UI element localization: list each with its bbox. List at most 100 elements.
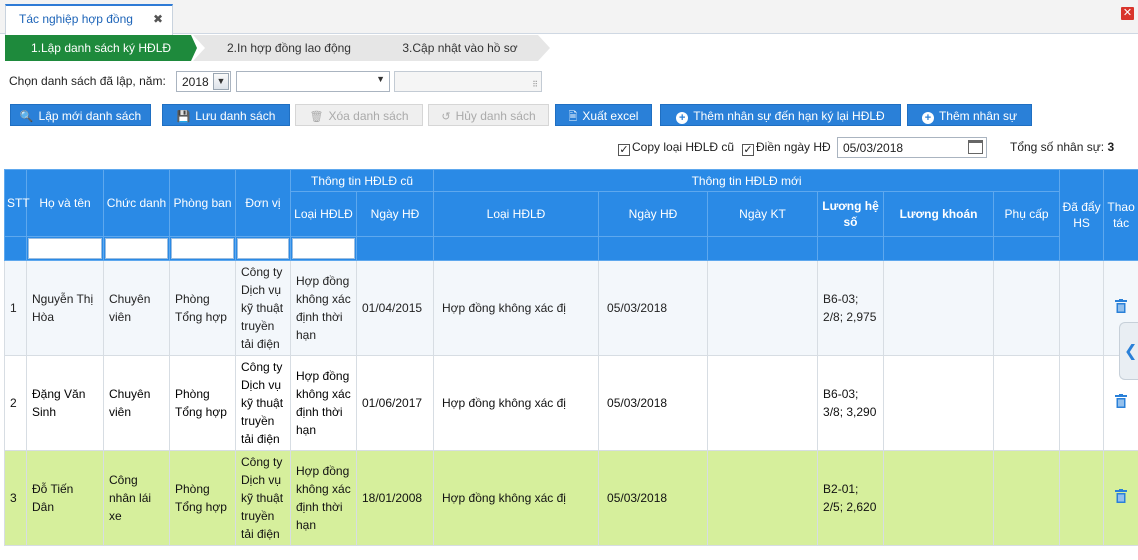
cell-new-type[interactable]: Hợp đồng không xác đị bbox=[433, 355, 600, 451]
trash-icon[interactable] bbox=[1115, 488, 1128, 503]
col-name[interactable]: Họ và tên bbox=[26, 169, 104, 237]
delete-list-label: Xóa danh sách bbox=[328, 109, 409, 123]
col-allowance[interactable]: Phụ cấp bbox=[993, 191, 1061, 237]
cell-new-type[interactable]: Hợp đồng không xác đị bbox=[433, 450, 600, 546]
side-panel-toggle[interactable]: ❮ bbox=[1119, 322, 1138, 380]
tab-bar: Tác nghiệp hợp đồng ✖ ✕ bbox=[0, 0, 1138, 35]
cancel-list-label: Hủy danh sách bbox=[455, 109, 536, 123]
cell-new-date[interactable]: 05/03/2018 bbox=[598, 450, 709, 546]
col-group-old: Thông tin HĐLĐ cũ bbox=[289, 169, 435, 192]
filter-name-input[interactable] bbox=[28, 238, 102, 259]
col-pushed[interactable]: Đã đẩy HS bbox=[1059, 169, 1105, 261]
cell-end-date[interactable] bbox=[707, 355, 819, 451]
checkmark-icon[interactable]: ✓ bbox=[618, 144, 630, 156]
col-unit[interactable]: Đơn vị bbox=[235, 169, 291, 237]
filter-title-input[interactable] bbox=[105, 238, 168, 259]
table-row[interactable]: 2 Đặng Văn Sinh Chuyên viên Phòng Tổng h… bbox=[4, 355, 1138, 451]
copy-old-type-label: Copy loại HĐLĐ cũ bbox=[632, 140, 735, 154]
contract-date-value: 05/03/2018 bbox=[843, 141, 904, 155]
col-title[interactable]: Chức danh bbox=[103, 169, 170, 237]
cell-pushed bbox=[1059, 355, 1105, 451]
create-list-button[interactable]: 🔍 Lập mới danh sách bbox=[10, 104, 151, 126]
cell-old-date: 18/01/2008 bbox=[355, 450, 435, 546]
col-stt: STT bbox=[4, 169, 30, 237]
contract-date-input[interactable]: 05/03/2018 bbox=[837, 137, 987, 158]
cell-coef[interactable]: B6-03; 3/8; 3,290 bbox=[817, 355, 885, 451]
col-dept[interactable]: Phòng ban bbox=[169, 169, 236, 237]
col-old-date[interactable]: Ngày HĐ bbox=[355, 191, 435, 237]
step-create-list[interactable]: 1.Lập danh sách ký HĐLĐ bbox=[5, 35, 197, 61]
save-list-button[interactable]: 💾 Lưu danh sách bbox=[162, 104, 290, 126]
cell-new-date[interactable]: 05/03/2018 bbox=[598, 260, 709, 356]
trash-icon: 🗑 bbox=[309, 111, 324, 123]
delete-list-button[interactable]: 🗑 Xóa danh sách bbox=[295, 104, 423, 126]
filter-cell bbox=[355, 236, 435, 261]
window-close-icon[interactable]: ✕ bbox=[1121, 7, 1134, 20]
col-end-date[interactable]: Ngày KT bbox=[707, 191, 819, 237]
add-staff-button[interactable]: + Thêm nhân sự bbox=[907, 104, 1032, 126]
copy-old-type-checkbox[interactable]: ✓ Copy loại HĐLĐ cũ bbox=[618, 140, 734, 156]
chevron-down-icon[interactable]: ▼ bbox=[213, 73, 229, 90]
add-due-staff-button[interactable]: + Thêm nhân sự đến hạn ký lại HĐLĐ bbox=[660, 104, 901, 126]
extra-textarea[interactable]: ⠿ bbox=[394, 71, 542, 92]
trash-icon[interactable] bbox=[1115, 298, 1128, 313]
col-old-type[interactable]: Loại HĐLĐ bbox=[290, 191, 357, 237]
year-select[interactable]: 2018 ▼ bbox=[176, 71, 231, 92]
year-value: 2018 bbox=[182, 75, 209, 89]
cell-new-type[interactable]: Hợp đồng không xác đị bbox=[433, 260, 600, 356]
col-new-type[interactable]: Loại HĐLĐ bbox=[433, 191, 600, 237]
cell-allowance[interactable] bbox=[993, 450, 1061, 546]
fill-date-checkbox[interactable]: ✓ Điền ngày HĐ bbox=[742, 140, 831, 156]
contract-grid: STT Họ và tên Chức danh Phòng ban Đơn vị… bbox=[4, 169, 1138, 546]
cell-lump[interactable] bbox=[883, 260, 995, 356]
filter-old-type-input[interactable] bbox=[292, 238, 355, 259]
table-row[interactable]: 1 Nguyễn Thị Hòa Chuyên viên Phòng Tổng … bbox=[4, 260, 1138, 356]
col-coef[interactable]: Lương hệ số bbox=[817, 191, 885, 237]
chevron-down-icon[interactable]: ▼ bbox=[376, 74, 385, 84]
list-select[interactable]: ▼ bbox=[236, 71, 390, 92]
cell-new-date[interactable]: 05/03/2018 bbox=[598, 355, 709, 451]
undo-icon: ↺ bbox=[441, 111, 451, 123]
filter-cell bbox=[433, 236, 600, 261]
cell-lump[interactable] bbox=[883, 355, 995, 451]
cell-stt: 1 bbox=[4, 260, 27, 356]
table-row[interactable]: 3 Đỗ Tiến Dân Công nhân lái xe Phòng Tổn… bbox=[4, 450, 1138, 546]
cell-actions bbox=[1103, 450, 1138, 546]
fill-date-label: Điền ngày HĐ bbox=[756, 140, 831, 154]
filter-dept-input[interactable] bbox=[171, 238, 234, 259]
tab-contract-operations[interactable]: Tác nghiệp hợp đồng ✖ bbox=[5, 4, 173, 35]
cell-old-type: Hợp đồng không xác định thời hạn bbox=[290, 260, 357, 356]
step-print-contract[interactable]: 2.In hợp đồng lao động bbox=[193, 35, 385, 61]
cell-allowance[interactable] bbox=[993, 260, 1061, 356]
cell-end-date[interactable] bbox=[707, 260, 819, 356]
cell-allowance[interactable] bbox=[993, 355, 1061, 451]
cell-lump[interactable] bbox=[883, 450, 995, 546]
create-list-label: Lập mới danh sách bbox=[38, 109, 142, 123]
cell-title: Chuyên viên bbox=[103, 355, 170, 451]
cell-old-type: Hợp đồng không xác định thời hạn bbox=[290, 450, 357, 546]
resize-grip-icon[interactable]: ⠿ bbox=[532, 80, 538, 89]
trash-icon[interactable] bbox=[1115, 393, 1128, 408]
calendar-icon[interactable] bbox=[968, 140, 983, 154]
cell-coef[interactable]: B2-01; 2/5; 2,620 bbox=[817, 450, 885, 546]
filter-cell bbox=[169, 236, 236, 261]
col-lump[interactable]: Lương khoán bbox=[883, 191, 995, 237]
cell-coef[interactable]: B6-03; 2/8; 2,975 bbox=[817, 260, 885, 356]
export-excel-button[interactable]: 🗎 Xuất excel bbox=[555, 104, 652, 126]
checkmark-icon[interactable]: ✓ bbox=[742, 144, 754, 156]
cancel-list-button[interactable]: ↺ Hủy danh sách bbox=[428, 104, 549, 126]
col-new-date[interactable]: Ngày HĐ bbox=[598, 191, 709, 237]
cell-stt: 3 bbox=[4, 450, 27, 546]
cell-dept: Phòng Tổng hợp bbox=[169, 260, 236, 356]
filter-label: Chọn danh sách đã lập, năm: bbox=[9, 74, 166, 88]
total-staff-label: Tổng số nhân sự: bbox=[1010, 140, 1105, 154]
step-update-record[interactable]: 3.Cập nhật vào hồ sơ bbox=[370, 35, 550, 61]
cell-end-date[interactable] bbox=[707, 450, 819, 546]
cell-stt: 2 bbox=[4, 355, 27, 451]
close-icon[interactable]: ✖ bbox=[153, 12, 163, 26]
chevron-left-icon: ❮ bbox=[1124, 343, 1138, 360]
filter-unit-input[interactable] bbox=[237, 238, 289, 259]
cell-name: Đặng Văn Sinh bbox=[26, 355, 104, 451]
filter-cell bbox=[707, 236, 819, 261]
cell-dept: Phòng Tổng hợp bbox=[169, 450, 236, 546]
